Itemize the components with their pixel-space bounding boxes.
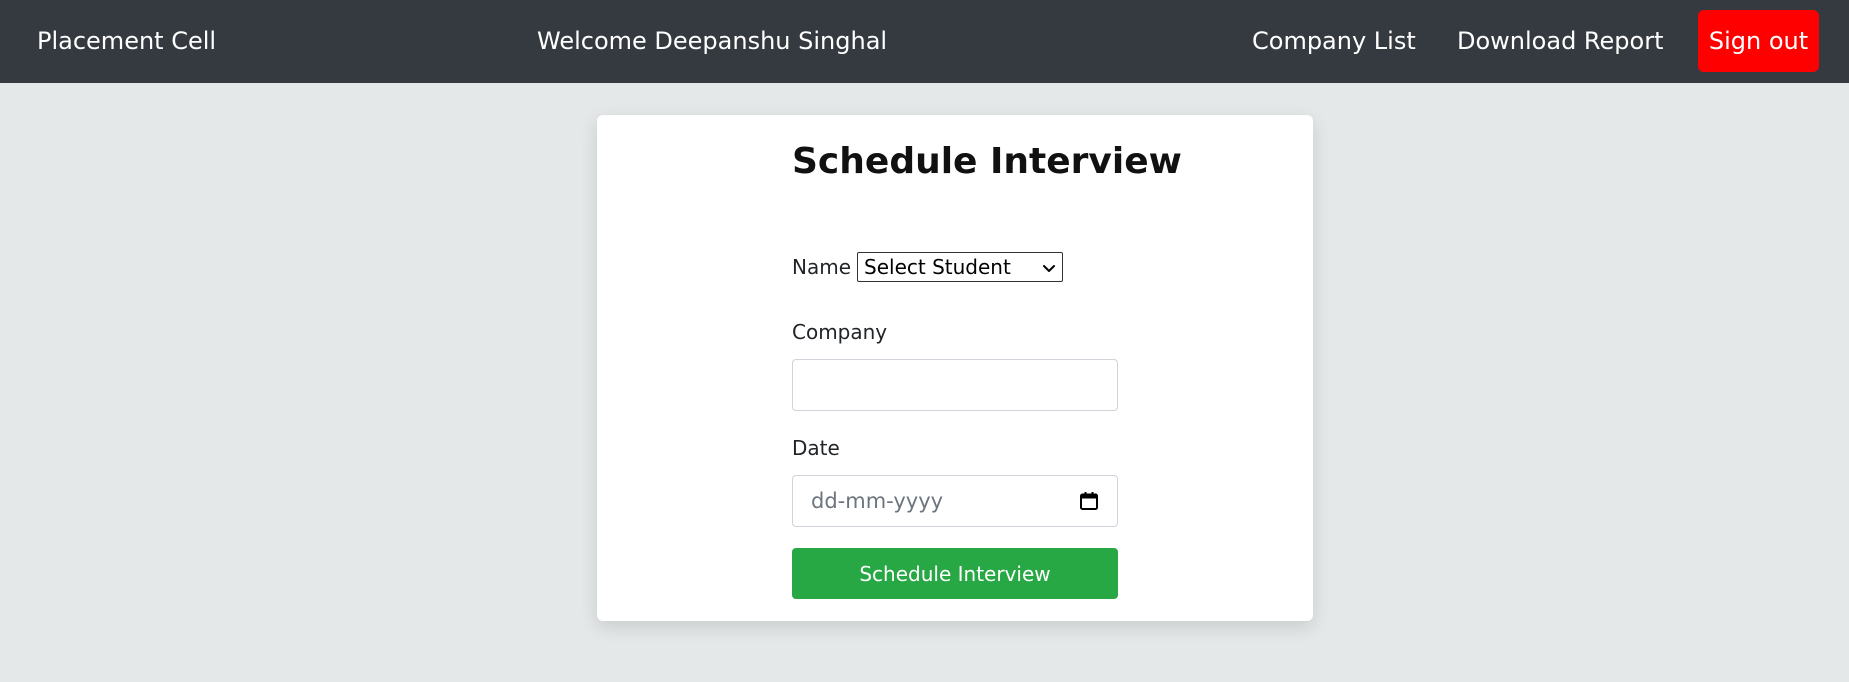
company-input[interactable] [792, 359, 1118, 411]
date-label: Date [792, 436, 840, 460]
name-row: Name Select Student [792, 251, 1064, 283]
company-list-link[interactable]: Company List [1252, 0, 1416, 83]
student-select[interactable]: Select Student [857, 252, 1064, 282]
date-input[interactable]: dd-mm-yyyy [792, 475, 1118, 527]
navbar: Placement Cell Welcome Deepanshu Singhal… [0, 0, 1849, 83]
form-title: Schedule Interview [792, 141, 1182, 182]
brand-title: Placement Cell [37, 27, 217, 55]
download-report-link[interactable]: Download Report [1457, 0, 1663, 83]
chevron-down-icon [1042, 255, 1056, 279]
sign-out-button[interactable]: Sign out [1698, 10, 1819, 72]
calendar-icon[interactable] [1079, 491, 1099, 511]
student-select-value: Select Student [864, 255, 1011, 279]
company-label: Company [792, 320, 888, 344]
date-placeholder: dd-mm-yyyy [811, 489, 944, 513]
welcome-message: Welcome Deepanshu Singhal [537, 27, 888, 55]
name-label: Name [792, 255, 852, 279]
schedule-interview-button[interactable]: Schedule Interview [792, 548, 1118, 599]
schedule-interview-card: Schedule Interview Name Select Student C… [597, 115, 1313, 621]
